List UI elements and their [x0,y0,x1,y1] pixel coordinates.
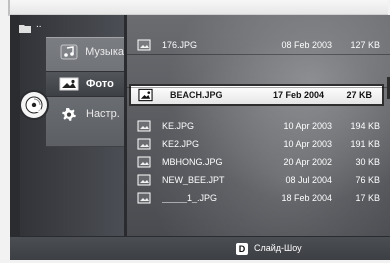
file-date: 08 Jul 2004 [285,175,332,185]
slideshow-hint[interactable]: Слайд-Шоу [254,243,302,253]
bottom-hint-bar: D Слайд-Шоу [10,236,390,260]
image-file-icon [136,192,151,204]
image-file-icon [138,88,153,102]
file-size: 191 KB [350,139,380,149]
sidebar-item-label: Фото [86,78,114,90]
disc-label: CD [31,107,42,114]
file-row[interactable]: KE.JPG 10 Apr 2003 194 KB [127,118,390,134]
file-name: NEW_BEE.JPT [162,175,225,185]
up-directory-label[interactable]: .. [36,19,42,30]
file-size: 76 KB [355,175,380,185]
sidebar-item-label: Музыка [85,46,124,58]
file-row[interactable]: NEW_BEE.JPT 08 Jul 2004 76 KB [127,172,390,188]
sidebar-item-music[interactable]: Музыка [46,39,124,65]
file-name: MBHONG.JPG [162,157,223,167]
file-size: 27 KB [346,90,372,100]
media-browser-screen: CD Музыка Фото Настр. .. 176.JPG 08 Feb … [10,15,390,260]
image-file-icon [136,174,151,186]
left-edge-band [10,15,20,236]
d-button-icon: D [236,243,248,255]
file-date: 10 Apr 2003 [283,139,332,149]
file-name: 176.JPG [162,40,198,50]
image-file-icon [136,156,151,168]
tv-frame: CD Музыка Фото Настр. .. 176.JPG 08 Feb … [0,0,390,263]
file-name: BEACH.JPG [170,90,223,100]
file-name: _____1_.JPG [162,193,218,203]
file-row[interactable]: 176.JPG 08 Feb 2003 127 KB [127,37,390,53]
music-note-icon [58,43,79,61]
file-name: KE2.JPG [162,139,200,149]
file-date: 08 Feb 2003 [281,40,332,50]
image-file-icon [136,39,151,51]
file-row[interactable]: MBHONG.JPG 20 Apr 2002 30 KB [127,154,390,170]
file-row[interactable]: KE2.JPG 10 Apr 2003 191 KB [127,136,390,152]
settings-icon [58,105,80,123]
top-bevel [8,0,388,16]
cd-disc-icon [21,92,47,118]
file-size: 127 KB [350,40,380,50]
file-date: 18 Feb 2004 [281,193,332,203]
file-size: 30 KB [355,157,380,167]
file-row[interactable]: _____1_.JPG 18 Feb 2004 17 KB [127,190,390,206]
file-date: 10 Apr 2003 [283,121,332,131]
list-separator [127,87,390,88]
file-size: 194 KB [350,121,380,131]
image-file-icon [136,120,151,132]
file-name: KE.JPG [162,121,195,131]
file-date: 20 Apr 2002 [283,157,332,167]
sidebar-item-settings[interactable]: Настр. [46,101,124,127]
photo-icon [58,75,80,93]
list-separator [127,54,390,55]
up-folder-icon[interactable] [18,21,32,39]
sidebar-item-photo[interactable]: Фото [46,71,124,97]
image-file-icon [136,138,151,150]
sidebar-item-label: Настр. [86,108,120,120]
file-size: 17 KB [355,193,380,203]
file-list: 176.JPG 08 Feb 2003 127 KB BEACH.JPG 17 … [127,37,390,215]
file-date: 17 Feb 2004 [272,90,324,100]
